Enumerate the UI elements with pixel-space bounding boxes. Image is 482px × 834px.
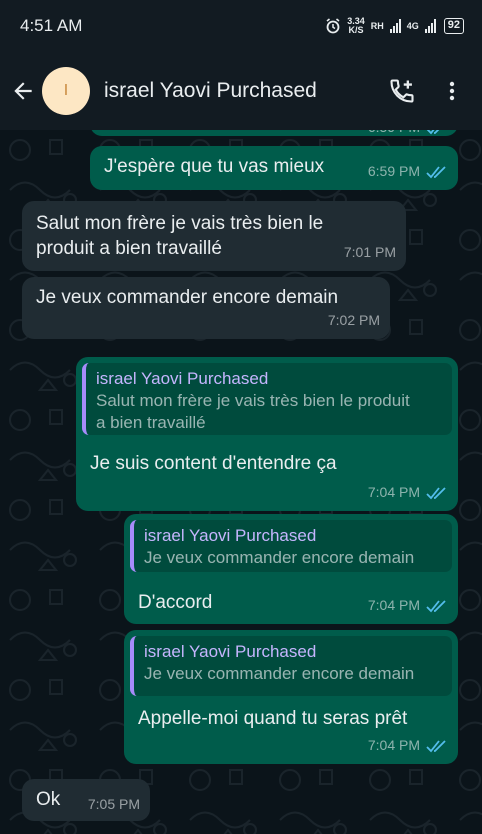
chat-area[interactable]: 6:59 PM J'espère que tu vas mieux 6:59 P…: [0, 130, 482, 834]
message-time: 7:01 PM: [343, 244, 396, 260]
message-text: Je veux commander encore demain: [36, 287, 339, 308]
message-meta: 7:01 PM: [344, 240, 396, 265]
message-text: D'accord: [138, 592, 213, 613]
avatar[interactable]: I: [42, 67, 90, 115]
message-line: Salut mon frère je vais très bien le: [36, 213, 324, 234]
message-meta: 7:04 PM: [368, 733, 448, 758]
message-meta: 7:04 PM: [368, 593, 448, 618]
message-bubble-outgoing[interactable]: israel Yaovi Purchased Je veux commander…: [124, 630, 458, 764]
message-meta: 6:59 PM: [368, 130, 448, 140]
message-text: Ok: [36, 789, 61, 810]
network-label-1: RH: [370, 20, 384, 31]
message-text: Je suis content d'entendre ça: [90, 453, 337, 474]
message-bubble-outgoing[interactable]: israel Yaovi Purchased Salut mon frère j…: [76, 357, 458, 511]
quote-text: Je veux commander encore demain: [144, 664, 415, 683]
quote-author: israel Yaovi Purchased: [144, 642, 317, 661]
quote-text: Je veux commander encore demain: [144, 548, 415, 567]
read-receipt-icon: [426, 739, 446, 752]
message-text: Salut mon frère je vais très bien le pro…: [36, 211, 323, 261]
quoted-message[interactable]: israel Yaovi Purchased Je veux commander…: [130, 520, 452, 572]
message-meta: 7:02 PM: [328, 308, 380, 333]
message-meta: 7:05 PM: [88, 792, 140, 817]
add-call-icon: [390, 79, 414, 103]
message-text: Appelle-moi quand tu seras prêt: [138, 708, 408, 729]
back-arrow-icon[interactable]: [10, 78, 36, 104]
signal-icon-1: [389, 19, 401, 33]
quoted-message[interactable]: israel Yaovi Purchased Salut mon frère j…: [82, 363, 452, 435]
message-time: 7:05 PM: [87, 796, 140, 812]
quote-text: a bien travaillé: [96, 413, 206, 432]
alarm-icon: [326, 18, 340, 34]
read-receipt-icon: [426, 599, 446, 612]
add-call-button[interactable]: [384, 73, 420, 109]
status-bar: 4:51 AM 3.34 K/S RH 4G 92: [0, 0, 482, 52]
message-time: 7:04 PM: [367, 597, 420, 613]
battery-icon: 92: [443, 18, 464, 34]
message-time: 7:04 PM: [367, 484, 420, 500]
message-time: 6:59 PM: [368, 130, 420, 140]
network-speed: 3.34 K/S: [347, 17, 365, 35]
message-text: J'espère que tu vas mieux: [104, 156, 325, 177]
message-bubble-outgoing[interactable]: J'espère que tu vas mieux 6:59 PM: [90, 146, 458, 190]
message-line: produit a bien travaillé: [36, 238, 222, 259]
chat-header: I israel Yaovi Purchased: [0, 52, 482, 130]
status-time: 4:51 AM: [20, 16, 83, 35]
message-time: 7:02 PM: [327, 312, 380, 328]
message-time: 6:59 PM: [367, 163, 420, 179]
quote-author: israel Yaovi Purchased: [96, 369, 269, 388]
message-bubble-outgoing[interactable]: israel Yaovi Purchased Je veux commander…: [124, 514, 458, 624]
signal-icon-2: [424, 19, 436, 33]
speed-unit: K/S: [348, 25, 364, 35]
message-bubble-outgoing[interactable]: 6:59 PM: [90, 130, 458, 136]
message-bubble-incoming[interactable]: Je veux commander encore demain 7:02 PM: [22, 277, 390, 339]
quote-text: Salut mon frère je vais très bien le pro…: [96, 391, 410, 410]
message-time: 7:04 PM: [367, 737, 420, 753]
contact-name[interactable]: israel Yaovi Purchased: [104, 79, 370, 103]
message-meta: 6:59 PM: [368, 159, 448, 184]
message-bubble-incoming[interactable]: Salut mon frère je vais très bien le pro…: [22, 201, 406, 271]
quote-author: israel Yaovi Purchased: [144, 526, 317, 545]
read-receipt-icon: [426, 165, 446, 178]
message-meta: 7:04 PM: [368, 480, 448, 505]
more-options-button[interactable]: [434, 73, 470, 109]
more-vert-icon: [449, 81, 455, 101]
network-label-2: 4G: [406, 20, 419, 31]
read-receipt-icon: [426, 486, 446, 499]
read-receipt-icon: [427, 130, 439, 134]
quoted-message[interactable]: israel Yaovi Purchased Je veux commander…: [130, 636, 452, 696]
status-indicators: 3.34 K/S RH 4G 92: [325, 17, 464, 35]
message-bubble-incoming[interactable]: Ok 7:05 PM: [22, 779, 150, 821]
